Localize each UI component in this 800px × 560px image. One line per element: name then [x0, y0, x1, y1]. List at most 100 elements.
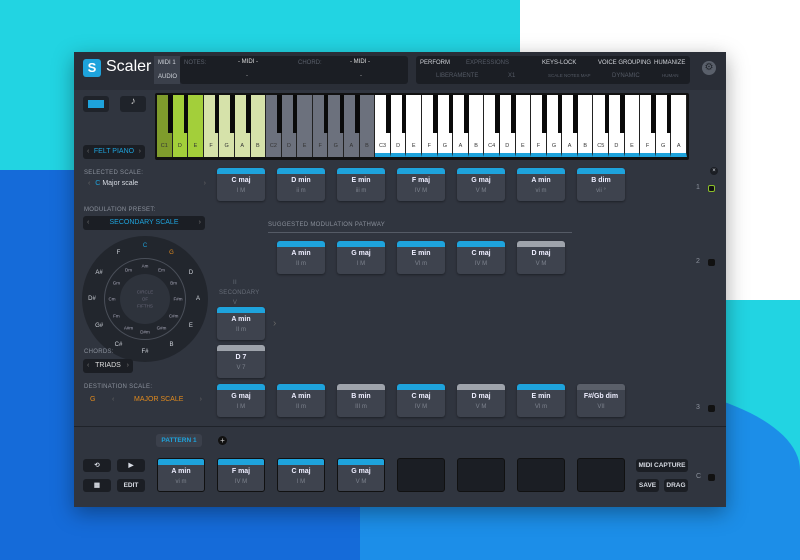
piano-key[interactable]: E [515, 95, 532, 157]
circle-key[interactable]: A [196, 296, 200, 302]
next-icon[interactable]: › [204, 180, 206, 187]
chord-card[interactable]: B dim vii ° [577, 168, 625, 201]
chord-card[interactable]: E min VI m [517, 384, 565, 417]
save-button[interactable]: SAVE [636, 479, 659, 492]
humanize-value[interactable]: HUMAN [662, 73, 679, 78]
pattern-tab[interactable]: PATTERN 1 [156, 434, 202, 447]
prev-icon[interactable]: ‹ [87, 216, 89, 230]
perform-label[interactable]: PERFORM [420, 60, 450, 66]
chord-card[interactable]: C maj IV M [457, 241, 505, 274]
chord-card[interactable]: A min II m [277, 241, 325, 274]
prev-icon[interactable]: ‹ [88, 180, 90, 187]
chord-card[interactable]: A min II m [217, 307, 265, 340]
next-icon[interactable]: › [199, 216, 201, 230]
prev-icon[interactable]: ‹ [112, 396, 114, 403]
midi-capture-button[interactable]: MIDI CAPTURE [636, 459, 688, 472]
drag-button[interactable]: DRAG [664, 479, 688, 492]
chord-card[interactable]: D min ii m [277, 168, 325, 201]
keys-lock-value[interactable]: SCALE NOTES MAP [548, 73, 591, 78]
circle-key[interactable]: Cm [109, 297, 116, 302]
grid-button[interactable]: ▦ [83, 479, 111, 492]
circle-key[interactable]: Fm [113, 313, 120, 318]
perform-mode[interactable]: LIBERAMENTE [436, 73, 478, 79]
piano-key[interactable]: B [250, 95, 267, 157]
circle-key[interactable]: Em [158, 268, 165, 273]
loop-button[interactable]: ⟲ [83, 459, 111, 472]
circle-key[interactable]: Bm [170, 280, 177, 285]
pattern-chord-slot[interactable]: F maj IV M [217, 458, 265, 492]
expressions-label[interactable]: EXPRESSIONS [466, 60, 509, 66]
circle-key[interactable]: D [189, 270, 193, 276]
circle-key[interactable]: A# [95, 270, 102, 276]
chord-card[interactable]: A min II m [277, 384, 325, 417]
prev-icon[interactable]: ‹ [87, 359, 89, 373]
audio-tab[interactable]: AUDIO [154, 70, 180, 84]
chord-card[interactable]: D maj V M [517, 241, 565, 274]
chord-card[interactable]: A min vi m [517, 168, 565, 201]
piano-key[interactable]: B [468, 95, 485, 157]
next-icon[interactable]: › [127, 359, 129, 373]
chord-card[interactable]: C maj I M [217, 168, 265, 201]
pattern-chord-slot[interactable]: A min vi m [157, 458, 205, 492]
keyboard-view-button[interactable] [83, 96, 109, 112]
piano-key[interactable]: E [624, 95, 641, 157]
play-button[interactable]: ▶ [117, 459, 145, 472]
selected-scale-selector[interactable]: ‹ C Major scale › [88, 180, 206, 187]
empty-pattern-slot[interactable] [577, 458, 625, 492]
chord-card[interactable]: G maj V M [457, 168, 505, 201]
piano-key[interactable]: E [406, 95, 422, 157]
prev-icon[interactable]: ‹ [87, 145, 89, 159]
piano-key[interactable]: E [188, 95, 204, 157]
voice-grouping-label[interactable]: VOICE GROUPING [598, 60, 651, 66]
chord-card[interactable]: E min VI m [397, 241, 445, 274]
row-toggle[interactable] [708, 474, 715, 481]
circle-key[interactable]: D#m [140, 330, 150, 335]
row-toggle[interactable] [708, 259, 715, 266]
circle-key[interactable]: G#m [157, 325, 167, 330]
circle-key[interactable]: Dm [125, 268, 132, 273]
chord-card[interactable]: G maj I M [337, 241, 385, 274]
next-icon[interactable]: › [139, 145, 141, 159]
circle-key[interactable]: Gm [113, 280, 120, 285]
circle-key[interactable]: G# [95, 323, 103, 329]
circle-key[interactable]: F [117, 250, 121, 256]
piano-key[interactable]: B [359, 95, 376, 157]
chord-card[interactable]: D maj V M [457, 384, 505, 417]
destination-scale-selector[interactable]: G ‹ MAJOR SCALE › [90, 396, 202, 403]
circle-key[interactable]: Am [142, 264, 149, 269]
chords-selector[interactable]: ‹ TRIADS › [83, 359, 133, 373]
instrument-selector[interactable]: ‹ FELT PIANO › [83, 145, 145, 159]
circle-key[interactable]: F# [141, 349, 148, 355]
piano-key[interactable]: A [671, 95, 687, 157]
row-toggle[interactable] [708, 405, 715, 412]
perform-rate[interactable]: X1 [508, 73, 515, 79]
voice-grouping-value[interactable]: DYNAMIC [612, 73, 640, 79]
destination-root[interactable]: G [90, 396, 95, 403]
pattern-chord-slot[interactable]: C maj I M [277, 458, 325, 492]
circle-key[interactable]: A#m [124, 325, 133, 330]
circle-key[interactable]: C [143, 243, 147, 249]
chord-card[interactable]: C maj IV M [397, 384, 445, 417]
pattern-chord-slot[interactable]: G maj V M [337, 458, 385, 492]
chord-card[interactable]: E min iii m [337, 168, 385, 201]
guitar-view-button[interactable]: ♪ [120, 96, 146, 112]
settings-gear-icon[interactable]: ⚙ [702, 61, 716, 75]
chord-card[interactable]: F#/Gb dim VII [577, 384, 625, 417]
modulation-preset-selector[interactable]: ‹ SECONDARY SCALE › [83, 216, 205, 230]
circle-key[interactable]: B [169, 342, 173, 348]
circle-key[interactable]: D# [88, 296, 96, 302]
circle-key[interactable]: C#m [169, 313, 179, 318]
empty-pattern-slot[interactable] [457, 458, 505, 492]
keys-lock-label[interactable]: KEYS-LOCK [542, 60, 576, 66]
empty-pattern-slot[interactable] [397, 458, 445, 492]
io-selector[interactable]: MIDI 1 AUDIO [154, 56, 180, 84]
empty-pattern-slot[interactable] [517, 458, 565, 492]
circle-of-fifths[interactable]: CIRCLE OF FIFTHS C G D A E B F# C# G# D# A# F Am Em Bm… [82, 236, 208, 362]
edit-button[interactable]: EDIT [117, 479, 145, 492]
piano-keyboard[interactable]: C1 D E F G A B C2 D E F G A B C3 D E F G A B C4 D E F G A B C5 D E F G A [155, 93, 689, 160]
piano-key[interactable]: E [297, 95, 313, 157]
next-icon[interactable]: › [200, 396, 202, 403]
chord-card[interactable]: G maj I M [217, 384, 265, 417]
circle-key[interactable]: C# [115, 342, 123, 348]
chord-card[interactable]: B min III m [337, 384, 385, 417]
